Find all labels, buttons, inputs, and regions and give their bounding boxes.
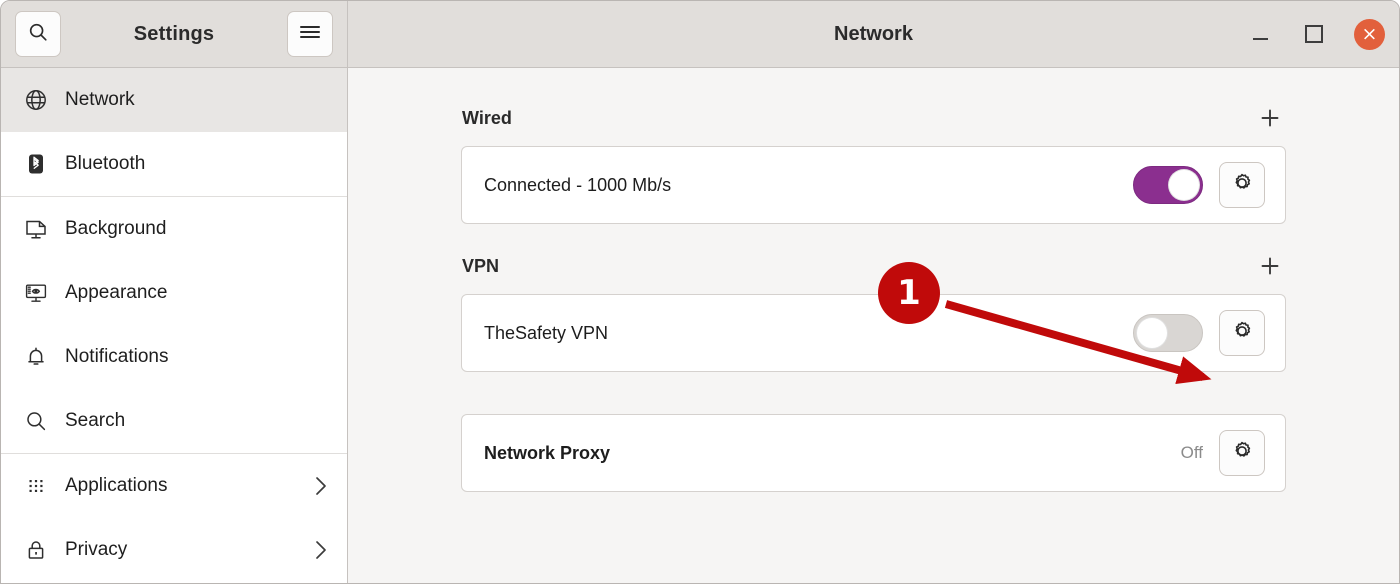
- toggle-knob: [1136, 317, 1168, 349]
- main-menu-button[interactable]: [287, 11, 333, 57]
- vpn-connection-label: TheSafety VPN: [484, 322, 609, 343]
- sidebar-item-bluetooth[interactable]: Bluetooth: [1, 132, 347, 196]
- section-title: Wired: [462, 107, 512, 128]
- chevron-right-icon: [313, 475, 329, 497]
- settings-window: Settings Network × Network Bluetooth Bac…: [0, 0, 1400, 584]
- gear-icon: [1230, 319, 1254, 348]
- sidebar-item-label: Network: [65, 89, 135, 110]
- network-proxy-settings-button[interactable]: [1219, 430, 1265, 476]
- network-panel: Wired Connected - 1000 Mb/s VPN TheSafet…: [348, 68, 1399, 583]
- sidebar-item-appearance[interactable]: Appearance: [1, 261, 347, 325]
- sidebar-item-label: Bluetooth: [65, 153, 146, 174]
- sidebar-item-search[interactable]: Search: [1, 389, 347, 453]
- wired-row-controls: [1133, 162, 1265, 208]
- network-proxy-controls: Off: [1181, 430, 1265, 476]
- sidebar-item-background[interactable]: Background: [1, 197, 347, 261]
- vpn-toggle[interactable]: [1133, 314, 1203, 352]
- search-button[interactable]: [15, 11, 61, 57]
- search-icon: [19, 409, 53, 433]
- globe-icon: [19, 88, 53, 112]
- add-vpn-button[interactable]: [1255, 251, 1285, 281]
- sidebar-item-privacy[interactable]: Privacy: [1, 518, 347, 582]
- section-title: VPN: [462, 255, 500, 276]
- sidebar-item-label: Privacy: [65, 539, 128, 560]
- sidebar-headerbar: Settings: [1, 1, 348, 67]
- sidebar-item-label: Appearance: [65, 282, 168, 303]
- add-wired-button[interactable]: [1255, 103, 1285, 133]
- minimize-button[interactable]: [1246, 20, 1274, 48]
- toggle-knob: [1168, 169, 1200, 201]
- sidebar-item-label: Background: [65, 218, 167, 239]
- sidebar-item-network[interactable]: Network: [1, 68, 347, 132]
- wired-connection-label: Connected - 1000 Mb/s: [484, 174, 672, 195]
- vpn-connection-row[interactable]: TheSafety VPN: [461, 294, 1286, 372]
- section-header-wired: Wired: [461, 98, 1286, 138]
- window-body: Network Bluetooth Background Appearance …: [1, 68, 1399, 583]
- content-headerbar: Network ×: [348, 1, 1399, 67]
- page-title: Network: [834, 22, 913, 45]
- gear-icon: [1230, 439, 1254, 468]
- network-proxy-row[interactable]: Network Proxy Off: [461, 414, 1286, 492]
- wired-settings-button[interactable]: [1219, 162, 1265, 208]
- close-icon: ×: [1361, 22, 1378, 45]
- section-header-vpn: VPN: [461, 246, 1286, 286]
- window-controls: ×: [1246, 18, 1385, 50]
- app-title: Settings: [133, 22, 215, 45]
- sidebar: Network Bluetooth Background Appearance …: [1, 68, 348, 583]
- lock-icon: [19, 538, 53, 562]
- network-panel-inner: Wired Connected - 1000 Mb/s VPN TheSafet…: [461, 68, 1286, 492]
- chevron-right-icon: [313, 539, 329, 561]
- sidebar-item-label: Applications: [65, 475, 168, 496]
- sidebar-item-label: Notifications: [65, 346, 169, 367]
- sidebar-item-label: Search: [65, 410, 126, 431]
- maximize-button[interactable]: [1300, 20, 1328, 48]
- network-proxy-label: Network Proxy: [484, 442, 611, 463]
- bluetooth-icon: [19, 152, 53, 176]
- titlebar: Settings Network ×: [1, 1, 1399, 68]
- hamburger-menu-icon: [299, 24, 321, 45]
- sidebar-item-applications[interactable]: Applications: [1, 454, 347, 518]
- vpn-settings-button[interactable]: [1219, 310, 1265, 356]
- wired-connection-row[interactable]: Connected - 1000 Mb/s: [461, 146, 1286, 224]
- close-button[interactable]: ×: [1354, 18, 1385, 50]
- gear-icon: [1230, 171, 1254, 200]
- appearance-icon: [19, 281, 53, 305]
- monitor-icon: [19, 217, 53, 241]
- network-proxy-status: Off: [1180, 443, 1203, 462]
- wired-toggle[interactable]: [1133, 166, 1203, 204]
- grid-dots-icon: [19, 474, 53, 498]
- vpn-row-controls: [1133, 310, 1265, 356]
- search-icon: [27, 21, 49, 48]
- bell-icon: [19, 345, 53, 369]
- sidebar-item-notifications[interactable]: Notifications: [1, 325, 347, 389]
